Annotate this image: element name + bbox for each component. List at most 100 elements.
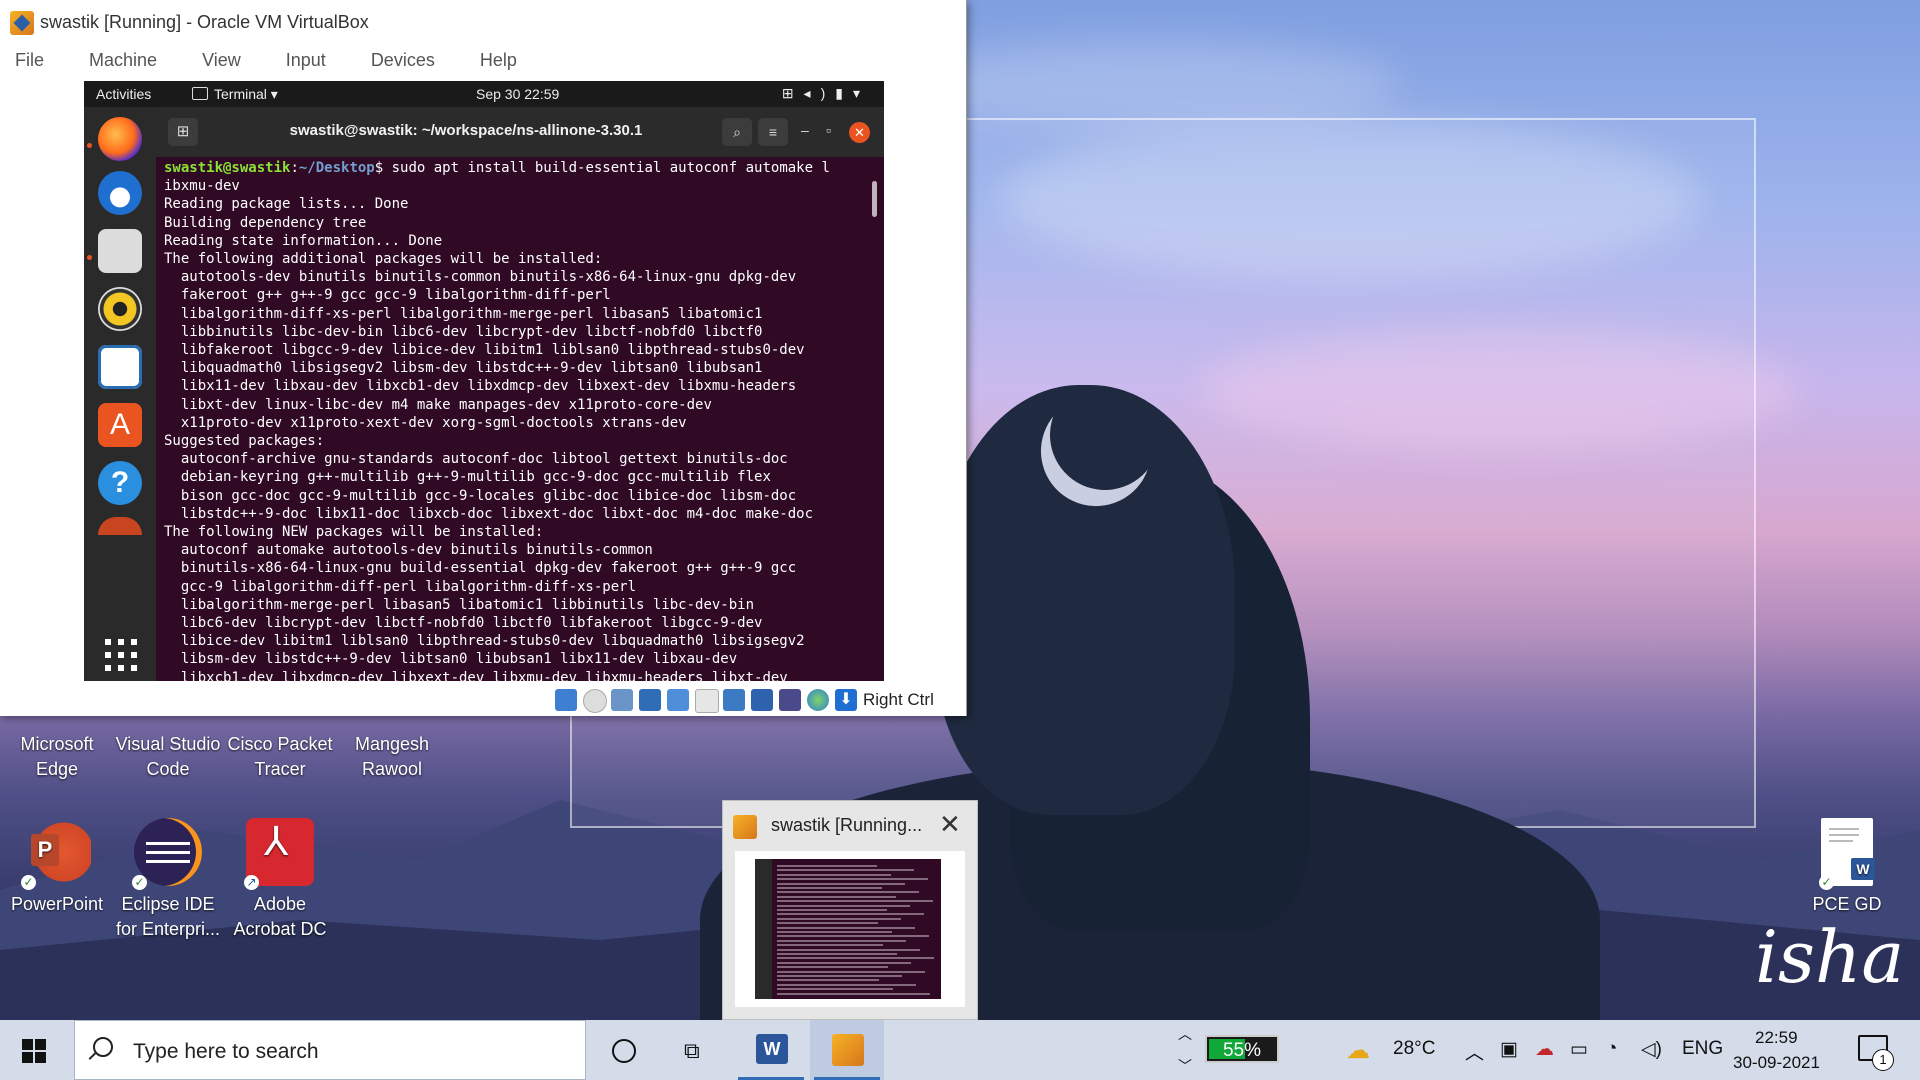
guest-screen[interactable]: Activities Terminal ▾ Sep 30 22:59 ⊞◂)▮▾… [84,81,884,681]
virtualbox-window[interactable]: swastik [Running] - Oracle VM VirtualBox… [0,0,967,716]
usb-icon[interactable] [667,689,689,711]
desktop-icon-powerpoint[interactable]: P ✓ PowerPoint [2,818,112,917]
search-icon [93,1037,113,1057]
terminal-output-line: autoconf-archive gnu-standards autoconf-… [164,451,788,468]
thumbnail-image[interactable] [735,851,965,1007]
terminal-output[interactable]: swastik@swastik:~/Desktop$ sudo apt inst… [156,159,876,681]
isha-watermark: isha [1755,915,1905,999]
taskbar-clock-date[interactable]: 30-09-2021 [1733,1053,1820,1073]
ubuntu-software-partial-icon[interactable] [98,517,142,535]
shared-folders-icon[interactable] [695,689,719,713]
taskbar-virtualbox-button[interactable] [810,1020,884,1080]
show-hidden-icons-icon[interactable]: ︿ [1465,1038,1484,1065]
prompt-user: swastik@swastik [164,160,291,176]
taskbar-word-button[interactable]: W [734,1020,808,1080]
thumbnail-line [777,966,888,969]
menu-machine[interactable]: Machine [89,50,157,71]
audio-icon[interactable] [611,689,633,711]
terminal-output-line: The following NEW packages will be insta… [164,524,544,541]
libreoffice-writer-icon[interactable] [98,345,142,389]
wifi-icon[interactable]: ◔ [1606,1038,1617,1060]
desktop-icon-label: Eclipse IDE for Enterpri... [115,894,221,939]
battery-icon[interactable]: ▭ [1570,1038,1588,1061]
notification-count-badge: 1 [1872,1049,1894,1071]
taskbar-thumbnail-preview[interactable]: swastik [Running... ✕ [722,800,978,1020]
desktop-icon-adobe-acrobat[interactable]: ⅄ ↗ Adobe Acrobat DC [225,818,335,942]
menu-view[interactable]: View [202,50,241,71]
terminal-headerbar[interactable]: ⊞ swastik@swastik: ~/workspace/ns-allino… [156,107,884,157]
display-icon[interactable] [723,689,745,711]
terminal-output-line: Reading state information... Done [164,232,443,249]
desktop-icon-microsoft-edge[interactable]: Microsoft Edge [2,732,112,782]
terminal-scrollbar[interactable] [872,181,877,217]
hard-disk-icon[interactable] [555,689,577,711]
taskbar-search-box[interactable]: Type here to search [74,1020,586,1080]
rhythmbox-icon[interactable] [98,287,142,331]
virtualbox-menubar: File Machine View Input Devices Help [0,50,547,78]
recording-icon[interactable] [751,689,773,711]
onedrive-error-icon[interactable]: ☁ [1535,1038,1554,1061]
terminal-window[interactable]: ⊞ swastik@swastik: ~/workspace/ns-allino… [156,107,884,681]
volume-icon[interactable]: ◁) [1641,1038,1662,1061]
terminal-output-line: libalgorithm-merge-perl libasan5 libatom… [164,596,755,613]
help-icon[interactable]: ? [98,461,142,505]
desktop-icon-vscode[interactable]: Visual Studio Code [113,732,223,782]
files-icon[interactable] [98,229,142,273]
notification-center-icon[interactable]: 1 [1858,1035,1894,1071]
thumbnail-line [777,992,930,995]
software-center-icon[interactable]: A [98,403,142,447]
optical-drive-icon[interactable] [583,689,607,713]
gnome-system-tray[interactable]: ⊞◂)▮▾ [782,85,870,102]
battery-meter-widget[interactable]: 55% [1205,1035,1279,1063]
search-icon[interactable]: ⌕ [722,118,752,146]
battery-icon: ▮ [835,85,853,101]
desktop-icon-cisco-packet-tracer[interactable]: Cisco Packet Tracer [225,732,335,782]
activities-button[interactable]: Activities [96,86,151,102]
thumbnail-line [777,983,916,986]
desktop-icon-mangesh-rawool[interactable]: Mangesh Rawool [337,732,447,782]
weather-icon[interactable]: ☁ [1346,1036,1370,1065]
cpu-icon[interactable] [779,689,801,711]
weather-temperature[interactable]: 28°C [1393,1038,1435,1060]
powerpoint-icon: P ✓ [21,818,91,890]
mouse-integration-icon[interactable]: ⬇ [835,689,857,711]
search-placeholder: Type here to search [133,1040,319,1063]
thunderbird-icon[interactable] [98,171,142,215]
menu-devices[interactable]: Devices [371,50,435,71]
network-adapter-icon[interactable] [639,689,661,711]
input-language[interactable]: ENG [1682,1038,1723,1060]
guest-additions-icon[interactable] [807,689,829,711]
taskbar-clock-time[interactable]: 22:59 [1755,1028,1798,1048]
windows-start-icon[interactable] [22,1039,46,1063]
show-applications-icon[interactable] [105,639,137,671]
gnome-clock[interactable]: Sep 30 22:59 [476,86,559,102]
minimize-icon[interactable]: – [801,122,809,138]
close-icon[interactable]: ✕ [939,809,961,840]
scroll-up-icon[interactable]: ︿ [1178,1024,1192,1044]
scroll-down-icon[interactable]: ﹀ [1178,1056,1192,1076]
maximize-icon[interactable]: ▫ [826,122,831,138]
close-icon[interactable]: ✕ [849,122,870,143]
task-view-icon[interactable]: ⧉ [684,1038,700,1064]
terminal-output-line: fakeroot g++ g++-9 gcc gcc-9 libalgorith… [164,287,611,304]
thumbnail-line [777,891,919,894]
thumbnail-line [777,904,910,907]
meet-now-icon[interactable]: ▣ [1500,1038,1518,1061]
desktop-icon-eclipse[interactable]: ✓ Eclipse IDE for Enterpri... [113,818,223,942]
hamburger-menu-icon[interactable]: ≡ [758,118,788,146]
windows-taskbar: Type here to search ⧉ W ︿ ﹀ 55% ☁ 28°C ︿… [0,1020,1920,1080]
thumbnail-line [777,878,928,881]
running-indicator [87,143,92,148]
firefox-icon[interactable] [98,117,142,161]
cortana-icon[interactable] [612,1039,636,1063]
desktop-icon-pce-gd[interactable]: W ✓ PCE GD [1792,818,1902,917]
app-menu-terminal[interactable]: Terminal ▾ [192,86,278,103]
virtualbox-titlebar[interactable]: swastik [Running] - Oracle VM VirtualBox [0,0,966,45]
menu-input[interactable]: Input [286,50,326,71]
sync-check-icon: ✓ [21,875,36,890]
menu-file[interactable]: File [15,50,44,71]
menu-help[interactable]: Help [480,50,517,71]
thumbnail-line [777,922,878,925]
thumbnail-line [777,887,882,889]
terminal-output-line: libice-dev libitm1 liblsan0 libpthread-s… [164,633,805,650]
